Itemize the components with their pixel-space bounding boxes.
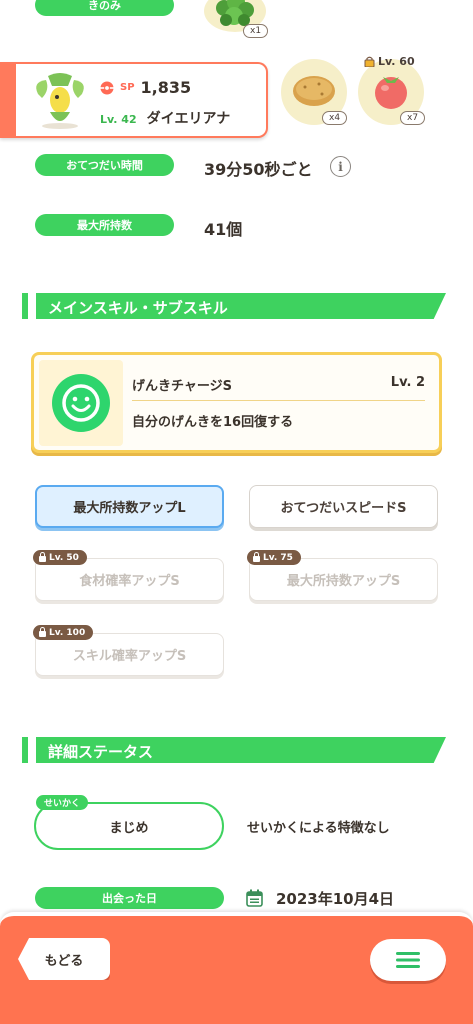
info-icon[interactable]: i [330, 156, 351, 177]
berry-count-badge: x1 [243, 24, 269, 38]
lock-icon [364, 56, 375, 67]
tomato-lock-level: Lv. 60 [364, 55, 415, 68]
tomato-icon [375, 77, 407, 109]
menu-button[interactable] [370, 939, 446, 981]
level-row: Lv. 42 ダイエリアナ [100, 108, 230, 128]
sub-skill-lock-tag-3: Lv. 50 [33, 550, 87, 565]
sub-skill-lock-tag-4: Lv. 75 [247, 550, 301, 565]
skills-section-title: メインスキル・サブスキル [48, 299, 228, 317]
mon-sprite-icon [36, 73, 84, 129]
lock-icon [39, 626, 46, 637]
potato-count-badge: x4 [322, 111, 348, 125]
skills-section-header: メインスキル・サブスキル [22, 293, 446, 319]
potato-icon [293, 76, 335, 106]
nature-description: せいかくによる特徴なし [247, 821, 390, 836]
smile-icon [52, 374, 110, 432]
max-carry-label: 最大所持数 [35, 214, 174, 236]
mon-level: Lv. 42 [100, 113, 137, 126]
mon-name: ダイエリアナ [146, 111, 231, 127]
skill-icon-box [39, 360, 123, 446]
sp-value: 1,835 [140, 78, 192, 97]
tomato-count-badge: x7 [400, 111, 426, 125]
main-skill-description: 自分のげんきを16回復する [132, 415, 294, 430]
calendar-icon [246, 889, 263, 911]
sub-skill-lock-level-4: Lv. 75 [263, 552, 293, 563]
section-bar [22, 737, 28, 763]
sub-skill-button-1[interactable]: 最大所持数アップL [35, 485, 224, 528]
max-carry-value: 41個 [204, 220, 243, 239]
menu-icon [396, 952, 420, 968]
sp-icon [100, 81, 114, 94]
details-section-header: 詳細ステータス [22, 737, 446, 763]
tomato-lock-level-text: Lv. 60 [378, 55, 415, 68]
mon-card[interactable]: SP 1,835 Lv. 42 ダイエリアナ [0, 62, 268, 138]
met-date-label: 出会った日 [35, 887, 224, 909]
help-time-label: おてつだい時間 [35, 154, 174, 176]
sub-skill-button-2[interactable]: おてつだいスピードS [249, 485, 438, 528]
sp-row: SP 1,835 [100, 78, 191, 97]
back-button[interactable]: もどる [18, 938, 110, 980]
help-time-value: 39分50秒ごと [204, 160, 313, 179]
met-date-value: 2023年10月4日 [276, 890, 395, 908]
sub-skill-lock-level-5: Lv. 100 [49, 627, 86, 638]
sub-skill-lock-level-3: Lv. 50 [49, 552, 79, 563]
section-bar [22, 293, 28, 319]
stat-label-berry: きのみ [35, 0, 174, 16]
lock-icon [253, 551, 260, 562]
nature-tag: せいかく [36, 795, 89, 810]
main-skill-name: げんきチャージS [132, 379, 232, 394]
sp-label: SP [120, 82, 135, 93]
mon-card-stripe [0, 62, 16, 138]
main-skill-card[interactable]: げんきチャージS Lv. 2 自分のげんきを16回復する [31, 352, 442, 453]
details-section-title: 詳細ステータス [48, 743, 154, 761]
main-skill-level: Lv. 2 [390, 375, 425, 390]
sub-skill-lock-tag-5: Lv. 100 [33, 625, 94, 640]
skill-divider [132, 400, 425, 401]
lock-icon [39, 551, 46, 562]
